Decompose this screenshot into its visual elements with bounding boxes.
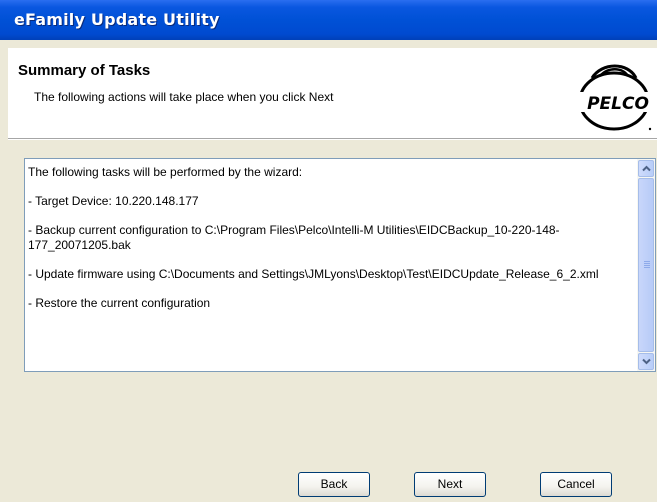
scroll-up-button[interactable] xyxy=(638,160,654,177)
scroll-down-button[interactable] xyxy=(638,353,654,370)
task-line: The following tasks will be performed by… xyxy=(28,165,303,179)
chevron-up-icon xyxy=(642,165,651,172)
task-line: - Update firmware using C:\Documents and… xyxy=(28,267,599,281)
back-button[interactable]: Back xyxy=(298,472,370,497)
scroll-thumb[interactable] xyxy=(638,178,654,352)
vertical-scrollbar[interactable] xyxy=(637,159,655,371)
cancel-button[interactable]: Cancel xyxy=(540,472,612,497)
logo-text: PELCO xyxy=(587,94,649,114)
pelco-logo: PELCO xyxy=(574,56,657,136)
window-title: eFamily Update Utility xyxy=(14,10,220,29)
task-line: - Backup current configuration to C:\Pro… xyxy=(28,223,560,252)
next-button[interactable]: Next xyxy=(414,472,486,497)
tasks-text: The following tasks will be performed by… xyxy=(28,165,628,325)
page-title: Summary of Tasks xyxy=(18,62,151,79)
page-subtitle: The following actions will take place wh… xyxy=(34,90,334,104)
task-line: - Target Device: 10.220.148.177 xyxy=(28,194,199,208)
wizard-header: Summary of Tasks The following actions w… xyxy=(8,48,657,138)
task-line: - Restore the current configuration xyxy=(28,296,211,310)
tasks-textbox[interactable]: The following tasks will be performed by… xyxy=(24,158,656,372)
chevron-down-icon xyxy=(642,358,651,365)
title-bar[interactable]: eFamily Update Utility xyxy=(0,0,657,40)
